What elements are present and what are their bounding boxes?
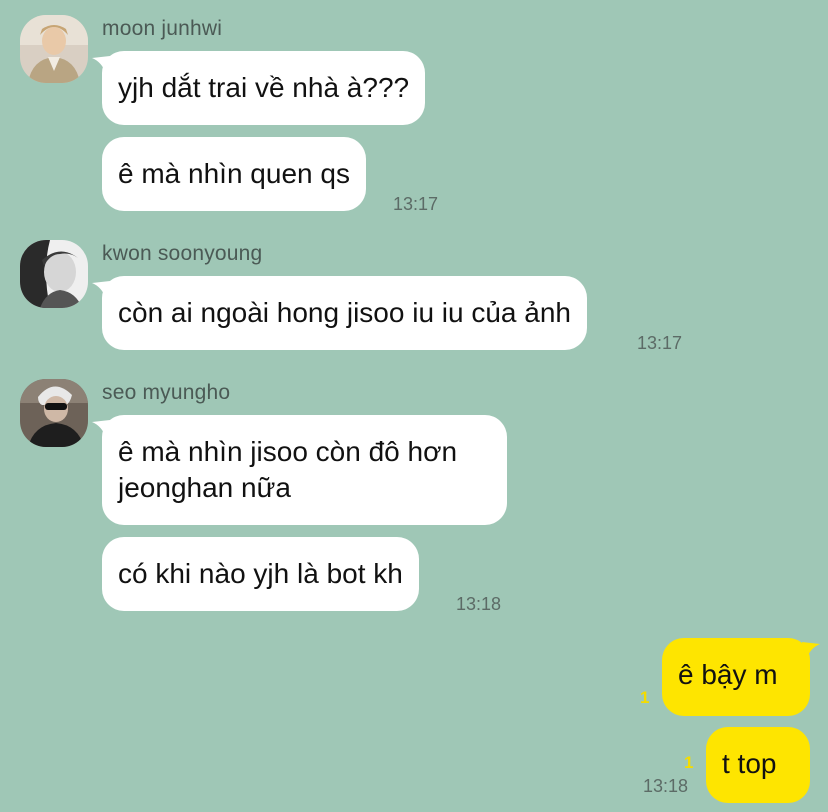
message-timestamp: 13:18: [643, 776, 689, 796]
sender-name: moon junhwi: [102, 17, 223, 40]
my-bubble-tail: [802, 642, 820, 660]
my-message-bubble[interactable]: ê bậy m: [662, 638, 810, 716]
my-message-bubble[interactable]: t top: [706, 727, 810, 803]
profile-photo-icon: [20, 240, 88, 308]
message-text: ê mà nhìn quen qs: [118, 158, 350, 189]
message-text: ê mà nhìn jisoo còn đô hơn jeonghan nữa: [118, 436, 458, 503]
message-text: còn ai ngoài hong jisoo iu iu của ảnh: [118, 297, 572, 328]
message-timestamp: 13:17: [637, 333, 683, 353]
bubble-tail: [92, 56, 110, 74]
bubble-tail: [92, 420, 110, 438]
profile-photo-icon: [20, 15, 88, 83]
bubble-tail: [92, 281, 110, 299]
message-timestamp: 13:18: [456, 594, 502, 614]
message-bubble[interactable]: ê mà nhìn quen qs: [102, 137, 366, 211]
avatar-moon-junhwi[interactable]: [20, 15, 88, 83]
sender-name: kwon soonyoung: [102, 242, 263, 265]
avatar-seo-myungho[interactable]: [20, 379, 88, 447]
message-bubble[interactable]: ê mà nhìn jisoo còn đô hơn jeonghan nữa: [102, 415, 507, 525]
message-text: yjh dắt trai về nhà à???: [118, 72, 410, 103]
avatar-kwon-soonyoung[interactable]: [20, 240, 88, 308]
message-text: ê bậy m: [678, 659, 778, 690]
message-bubble[interactable]: yjh dắt trai về nhà à???: [102, 51, 426, 125]
message-timestamp: 13:17: [393, 194, 439, 214]
profile-photo-icon: [20, 379, 88, 447]
unread-count: 1: [684, 753, 694, 772]
message-bubble[interactable]: có khi nào yjh là bot kh: [102, 537, 419, 611]
sender-name: seo myungho: [102, 381, 231, 404]
message-bubble[interactable]: còn ai ngoài hong jisoo iu iu của ảnh: [102, 276, 588, 350]
message-text: có khi nào yjh là bot kh: [118, 558, 403, 589]
message-text: t top: [722, 748, 777, 779]
unread-count: 1: [640, 688, 650, 707]
